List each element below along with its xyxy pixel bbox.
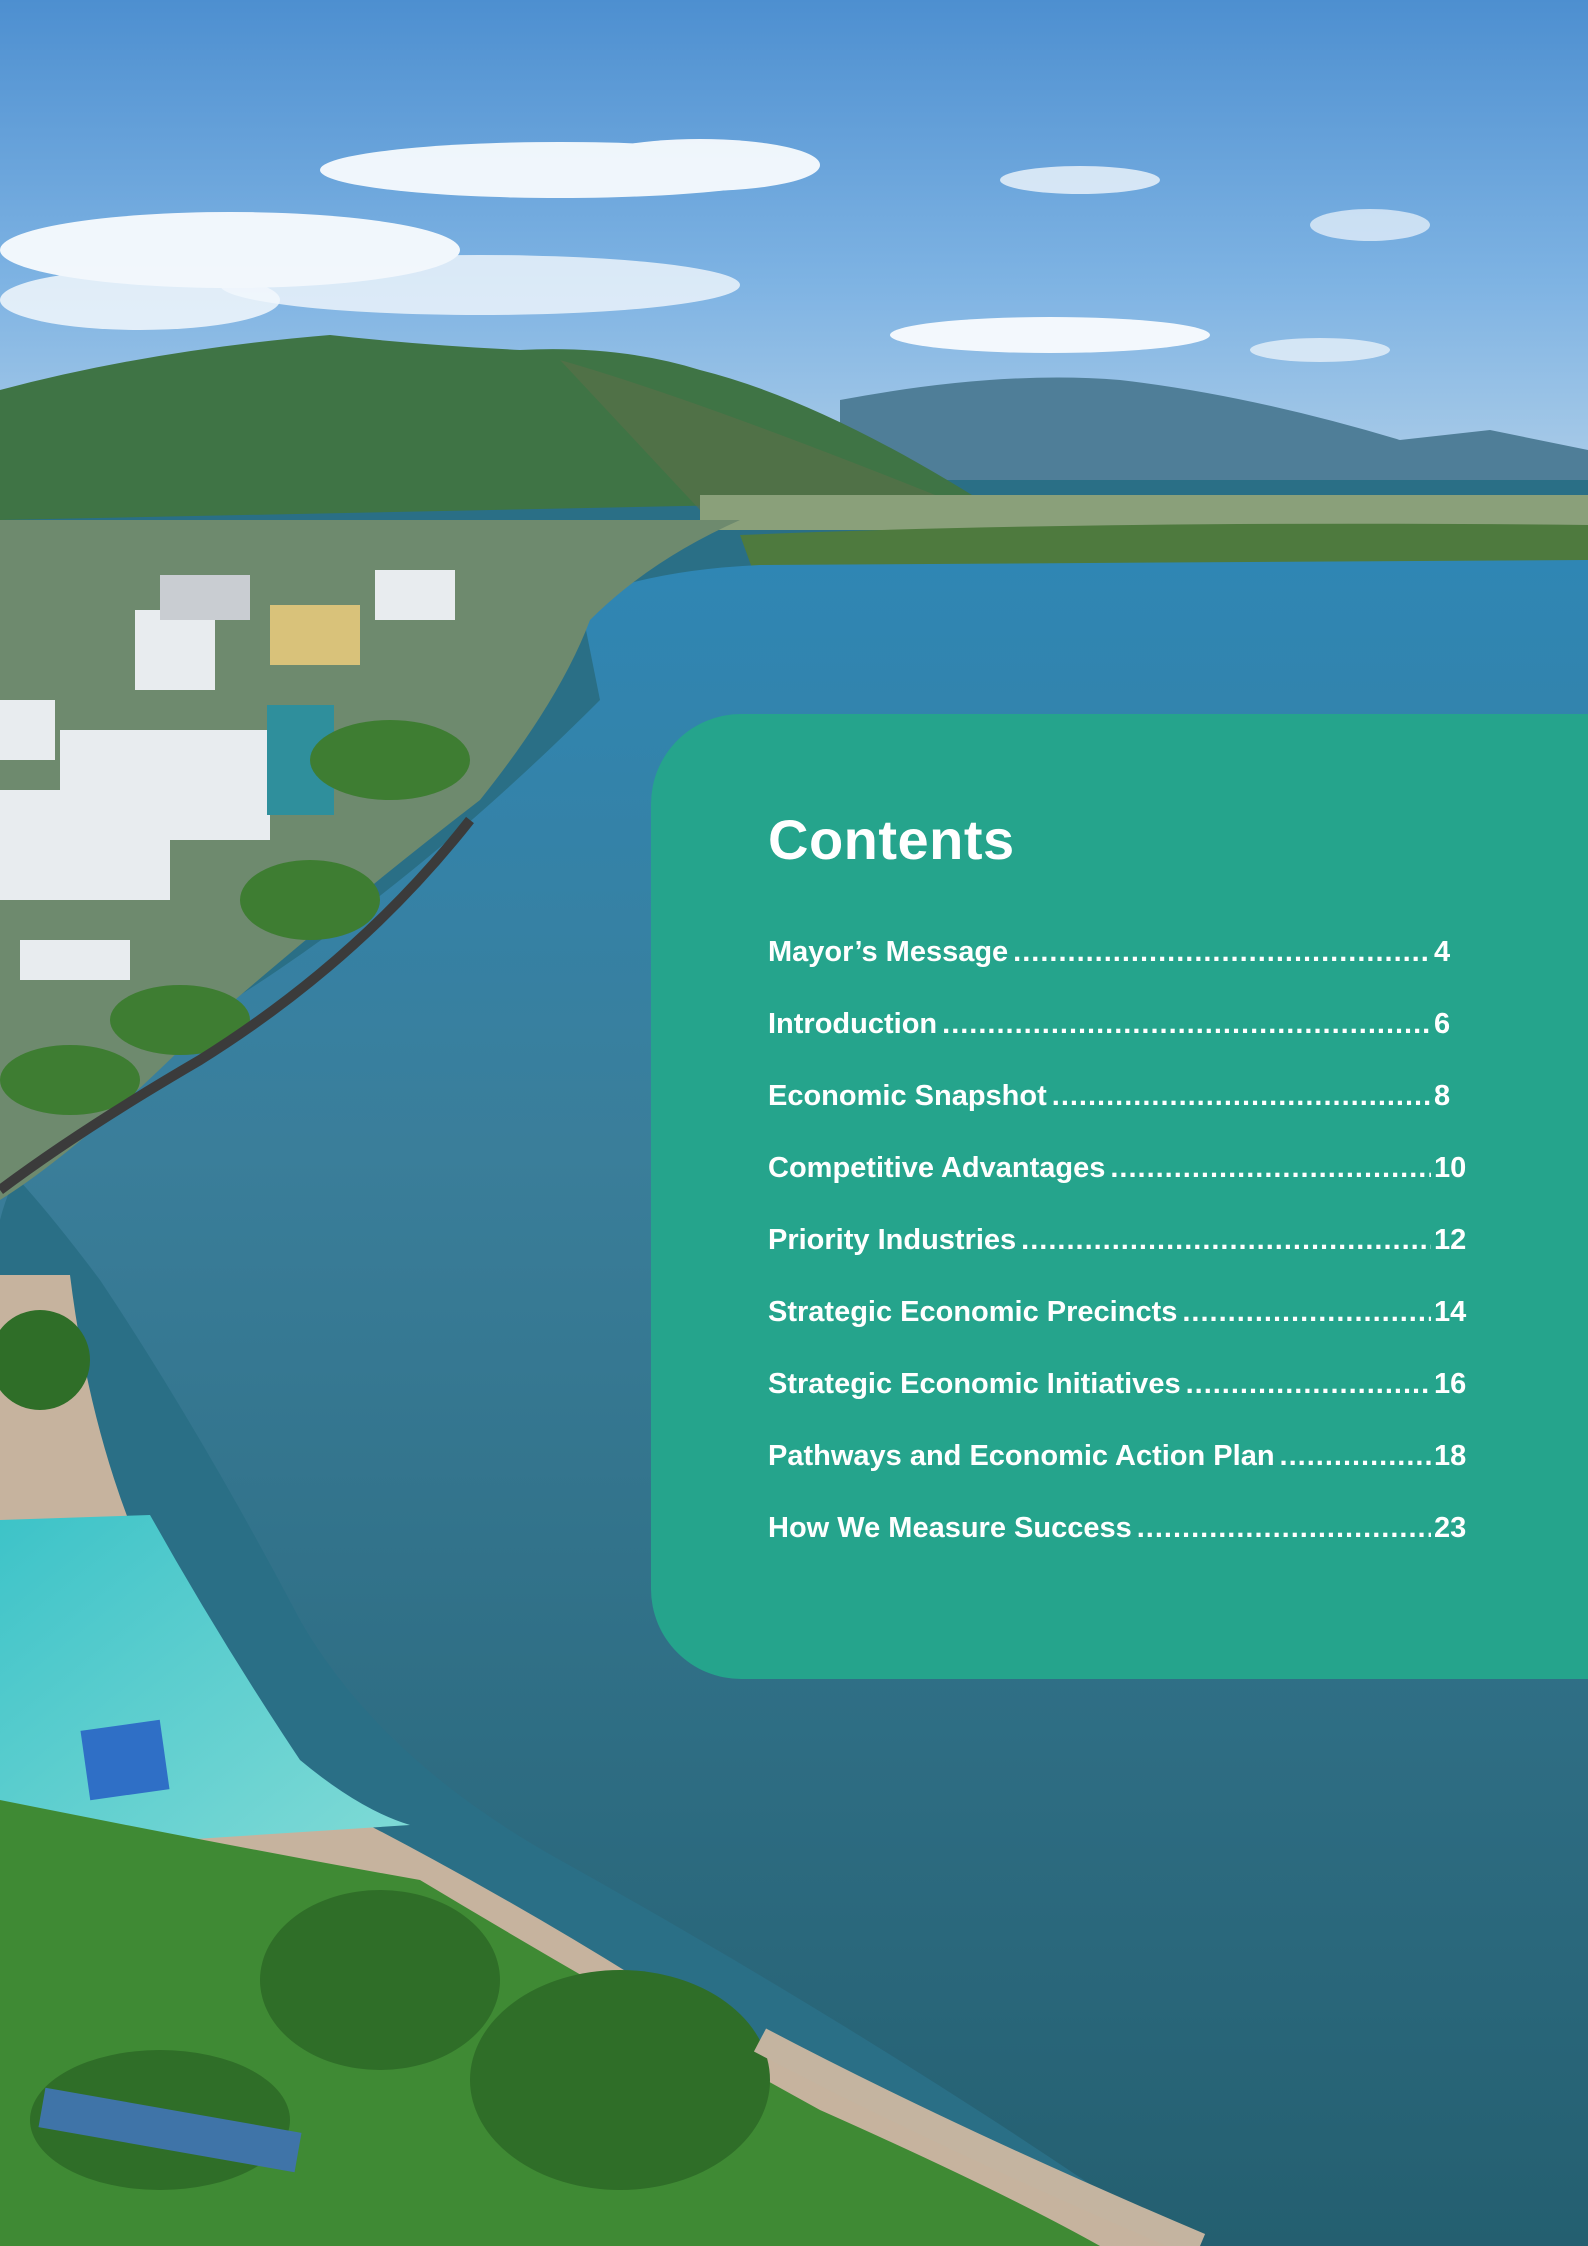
toc-page-number: 4 (1434, 936, 1451, 968)
contents-title: Contents (768, 808, 1015, 871)
toc-item-priority-industries[interactable]: Priority Industries 12 (768, 1224, 1474, 1296)
toc-page-number: 23 (1434, 1512, 1467, 1544)
toc-item-strategic-economic-initiatives[interactable]: Strategic Economic Initiatives 16 (768, 1368, 1474, 1440)
dot-leader (1110, 1152, 1431, 1185)
toc-page-number: 8 (1434, 1080, 1451, 1112)
dot-leader (942, 1008, 1431, 1041)
toc-page-number: 18 (1434, 1440, 1467, 1472)
toc-item-introduction[interactable]: Introduction 6 (768, 1008, 1474, 1080)
toc-item-strategic-economic-precincts[interactable]: Strategic Economic Precincts 14 (768, 1296, 1474, 1368)
dot-leader (1280, 1440, 1431, 1473)
toc-page-number: 14 (1434, 1296, 1467, 1328)
toc-item-label: Economic Snapshot (768, 1080, 1047, 1112)
toc-item-label: Strategic Economic Initiatives (768, 1368, 1181, 1400)
toc-item-label: Strategic Economic Precincts (768, 1296, 1178, 1328)
toc-item-label: Priority Industries (768, 1224, 1017, 1256)
toc-item-competitive-advantages[interactable]: Competitive Advantages 10 (768, 1152, 1474, 1224)
dot-leader (1052, 1080, 1431, 1113)
toc-item-label: Pathways and Economic Action Plan (768, 1440, 1275, 1472)
toc-item-mayors-message[interactable]: Mayor’s Message 4 (768, 936, 1474, 1008)
dot-leader (1182, 1296, 1431, 1329)
toc-page-number: 16 (1434, 1368, 1467, 1400)
toc-item-pathways-and-economic-action-plan[interactable]: Pathways and Economic Action Plan 18 (768, 1440, 1474, 1512)
toc-item-economic-snapshot[interactable]: Economic Snapshot 8 (768, 1080, 1474, 1152)
toc-item-label: Competitive Advantages (768, 1152, 1106, 1184)
toc-item-label: How We Measure Success (768, 1512, 1132, 1544)
toc-page-number: 6 (1434, 1008, 1451, 1040)
toc-item-label: Introduction (768, 1008, 938, 1040)
toc-item-how-we-measure-success[interactable]: How We Measure Success 23 (768, 1512, 1474, 1584)
dot-leader (1021, 1224, 1431, 1257)
dot-leader (1013, 936, 1431, 969)
dot-leader (1137, 1512, 1431, 1545)
dot-leader (1186, 1368, 1431, 1401)
toc-page-number: 12 (1434, 1224, 1467, 1256)
toc-item-label: Mayor’s Message (768, 936, 1009, 968)
table-of-contents: Mayor’s Message 4 Introduction 6 Economi… (768, 936, 1474, 1584)
contents-panel: Contents Mayor’s Message 4 Introduction … (651, 714, 1588, 1679)
toc-page-number: 10 (1434, 1152, 1467, 1184)
